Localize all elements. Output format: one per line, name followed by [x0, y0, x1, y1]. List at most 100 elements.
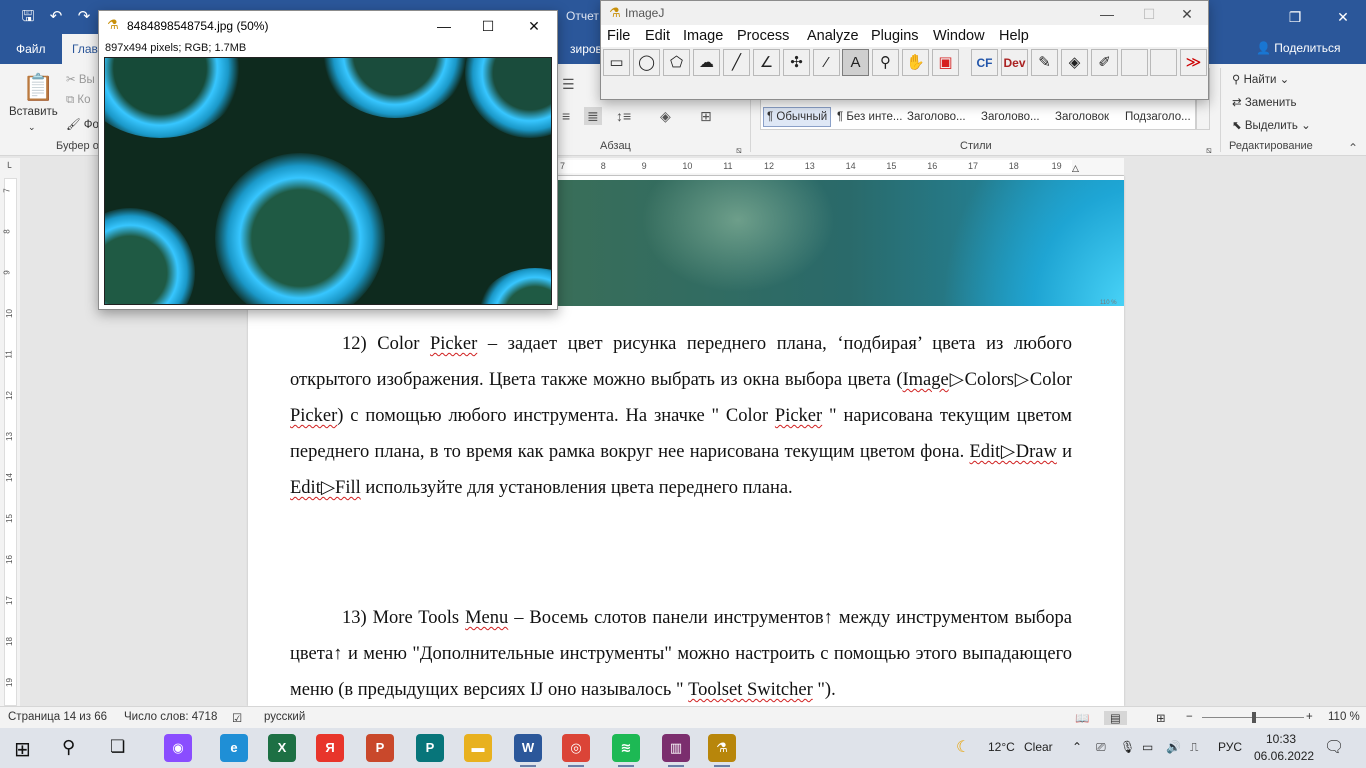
imagej-menu-process[interactable]: Process	[737, 28, 789, 44]
minimize-icon[interactable]: —	[429, 15, 459, 37]
polygon-tool-icon[interactable]: ⬠	[663, 49, 690, 76]
color-picker-tool-icon[interactable]: ▣	[932, 49, 959, 76]
copy-button[interactable]: ⧉ Ко	[66, 94, 91, 107]
taskbar-excel-icon[interactable]: X	[268, 734, 296, 762]
paragraph-launcher-icon[interactable]: ⧅	[736, 142, 742, 158]
styles-launcher-icon[interactable]: ⧅	[1206, 142, 1212, 158]
magnifier-tool-icon[interactable]: ⚲	[872, 49, 899, 76]
taskbar-winrar-icon[interactable]: ▥	[662, 734, 690, 762]
imagej-main-window[interactable]: ⚗ ImageJ — ☐ ✕ File Edit Image Process Analy…	[600, 0, 1209, 100]
format-painter-button[interactable]: 🖌 Фо	[66, 117, 99, 131]
proofing-icon[interactable]: ☑	[232, 711, 242, 725]
taskbar-publisher-icon[interactable]: P	[416, 734, 444, 762]
close-window-icon[interactable]: ✕	[1320, 0, 1366, 34]
imagej-close-icon[interactable]: ✕	[1169, 3, 1205, 25]
paragraph-13[interactable]: 13) More Tools Menu – Восемь слотов пане…	[290, 600, 1072, 706]
task-view-icon[interactable]: ❏	[110, 737, 125, 757]
style-normal[interactable]: ¶ Обычный	[763, 107, 832, 127]
taskbar-explorer-icon[interactable]: ▬	[464, 734, 492, 762]
zoom-level[interactable]: 110 %	[1328, 711, 1360, 723]
replace-button[interactable]: ⇄ Заменить	[1232, 95, 1297, 109]
line-spacing-icon[interactable]: ↕≡	[616, 108, 631, 124]
style-heading-2[interactable]: Заголово...	[981, 111, 1040, 123]
speaker-icon[interactable]: 🔊	[1166, 740, 1181, 754]
weather-moon-icon[interactable]: ☾	[956, 737, 970, 757]
pencil-tool-icon[interactable]: ✐	[1091, 49, 1118, 76]
paste-dropdown-icon[interactable]: ⌄	[28, 122, 36, 133]
taskbar-edge-icon[interactable]: e	[220, 734, 248, 762]
select-button[interactable]: ⬉ Выделить ⌄	[1232, 118, 1311, 132]
cut-button[interactable]: ✂ Вы	[66, 72, 95, 86]
style-heading-1[interactable]: Заголово...	[907, 111, 966, 123]
imagej-menu-plugins[interactable]: Plugins	[871, 28, 919, 44]
flood-fill-tool-icon[interactable]: ◈	[1061, 49, 1088, 76]
taskbar-word-icon[interactable]: W	[514, 734, 542, 762]
imagej-menu-image[interactable]: Image	[683, 28, 723, 44]
close-icon[interactable]: ✕	[519, 15, 549, 37]
weather-temp[interactable]: 12°C	[988, 740, 1015, 754]
style-title[interactable]: Заголовок	[1055, 111, 1109, 123]
style-subtitle[interactable]: Подзаголо...	[1125, 111, 1191, 123]
share-button[interactable]: 👤 Поделиться	[1256, 41, 1341, 55]
redo-icon[interactable]: ↷	[74, 7, 94, 27]
paste-button[interactable]: Вставить	[9, 106, 58, 118]
find-button[interactable]: ⚲ Найти ⌄	[1232, 72, 1289, 86]
windows-start-icon[interactable]: ⊞	[14, 737, 31, 762]
borders-icon[interactable]: ⊞	[700, 108, 712, 124]
collapse-ribbon-icon[interactable]: ⌃	[1348, 140, 1358, 156]
style-no-spacing[interactable]: ¶ Без инте...	[837, 111, 902, 123]
meet-icon[interactable]: ⎚	[1096, 740, 1106, 755]
notifications-icon[interactable]: 🗨	[1324, 737, 1344, 757]
imagej-minimize-icon[interactable]: —	[1089, 3, 1125, 25]
cf-tool-icon[interactable]: CF	[971, 49, 998, 76]
taskbar-imagej-icon[interactable]: ⚗	[708, 734, 736, 762]
imagej-menu-window[interactable]: Window	[933, 28, 985, 44]
imagej-menu-file[interactable]: File	[607, 28, 630, 44]
microphone-icon[interactable]: 🎙	[1120, 740, 1135, 754]
input-language[interactable]: РУС	[1218, 740, 1242, 754]
taskbar-powerpoint-icon[interactable]: P	[366, 734, 394, 762]
imagej-image-window[interactable]: ⚗ 8484898548754.jpg (50%) — ☐ ✕ 897x494 …	[98, 10, 558, 310]
restore-window-icon[interactable]: ❐	[1272, 0, 1318, 34]
zoom-out-icon[interactable]: −	[1186, 711, 1193, 723]
shading-icon[interactable]: ◈	[660, 108, 671, 124]
imagej-menu-help[interactable]: Help	[999, 28, 1029, 44]
line-tool-icon[interactable]: ╱	[723, 49, 750, 76]
web-layout-icon[interactable]: ⊞	[1156, 711, 1166, 725]
taskbar-yandex-icon[interactable]: Я	[316, 734, 344, 762]
read-mode-icon[interactable]: 📖	[1075, 711, 1089, 725]
hand-tool-icon[interactable]: ✋	[902, 49, 929, 76]
taskbar-alice-icon[interactable]: ◉	[164, 734, 192, 762]
clock-date[interactable]: 06.06.2022	[1254, 749, 1314, 763]
battery-icon[interactable]: ▭	[1142, 740, 1153, 754]
empty-slot-1-icon[interactable]	[1121, 49, 1148, 76]
save-icon[interactable]: 🖫	[18, 7, 38, 27]
tab-file[interactable]: Файл	[6, 34, 56, 64]
paste-icon[interactable]: 📋	[22, 72, 54, 102]
paragraph-12[interactable]: 12) Color Picker – задает цвет рисунка п…	[290, 326, 1072, 506]
justify-icon[interactable]: ≣	[584, 107, 602, 125]
oval-tool-icon[interactable]: ◯	[633, 49, 660, 76]
imagej-menu-edit[interactable]: Edit	[645, 28, 670, 44]
page-count[interactable]: Страница 14 из 66	[8, 711, 107, 723]
taskbar-chrome-icon[interactable]: ◎	[562, 734, 590, 762]
zoom-in-icon[interactable]: +	[1306, 711, 1313, 723]
angle-tool-icon[interactable]: ∠	[753, 49, 780, 76]
ruler-tab-selector[interactable]: └	[5, 162, 11, 172]
wand-tool-icon[interactable]: ⁄	[813, 49, 840, 76]
print-layout-icon[interactable]: ▤	[1104, 711, 1127, 725]
clock-time[interactable]: 10:33	[1266, 732, 1296, 746]
zoom-slider-thumb[interactable]	[1251, 712, 1256, 723]
maximize-icon[interactable]: ☐	[473, 15, 503, 37]
right-indent-marker[interactable]: △	[1072, 163, 1079, 174]
imagej-menu-analyze[interactable]: Analyze	[807, 28, 859, 44]
freehand-tool-icon[interactable]: ☁	[693, 49, 720, 76]
language-indicator[interactable]: русский	[264, 711, 305, 723]
word-count[interactable]: Число слов: 4718	[124, 711, 217, 723]
image-canvas[interactable]	[104, 57, 552, 305]
align-right-icon[interactable]: ≡	[562, 108, 570, 124]
text-tool-icon[interactable]: A	[842, 49, 869, 76]
more-tools-icon[interactable]: ≫	[1180, 49, 1207, 76]
network-icon[interactable]: ⎍	[1190, 740, 1198, 755]
rectangle-tool-icon[interactable]: ▭	[603, 49, 630, 76]
